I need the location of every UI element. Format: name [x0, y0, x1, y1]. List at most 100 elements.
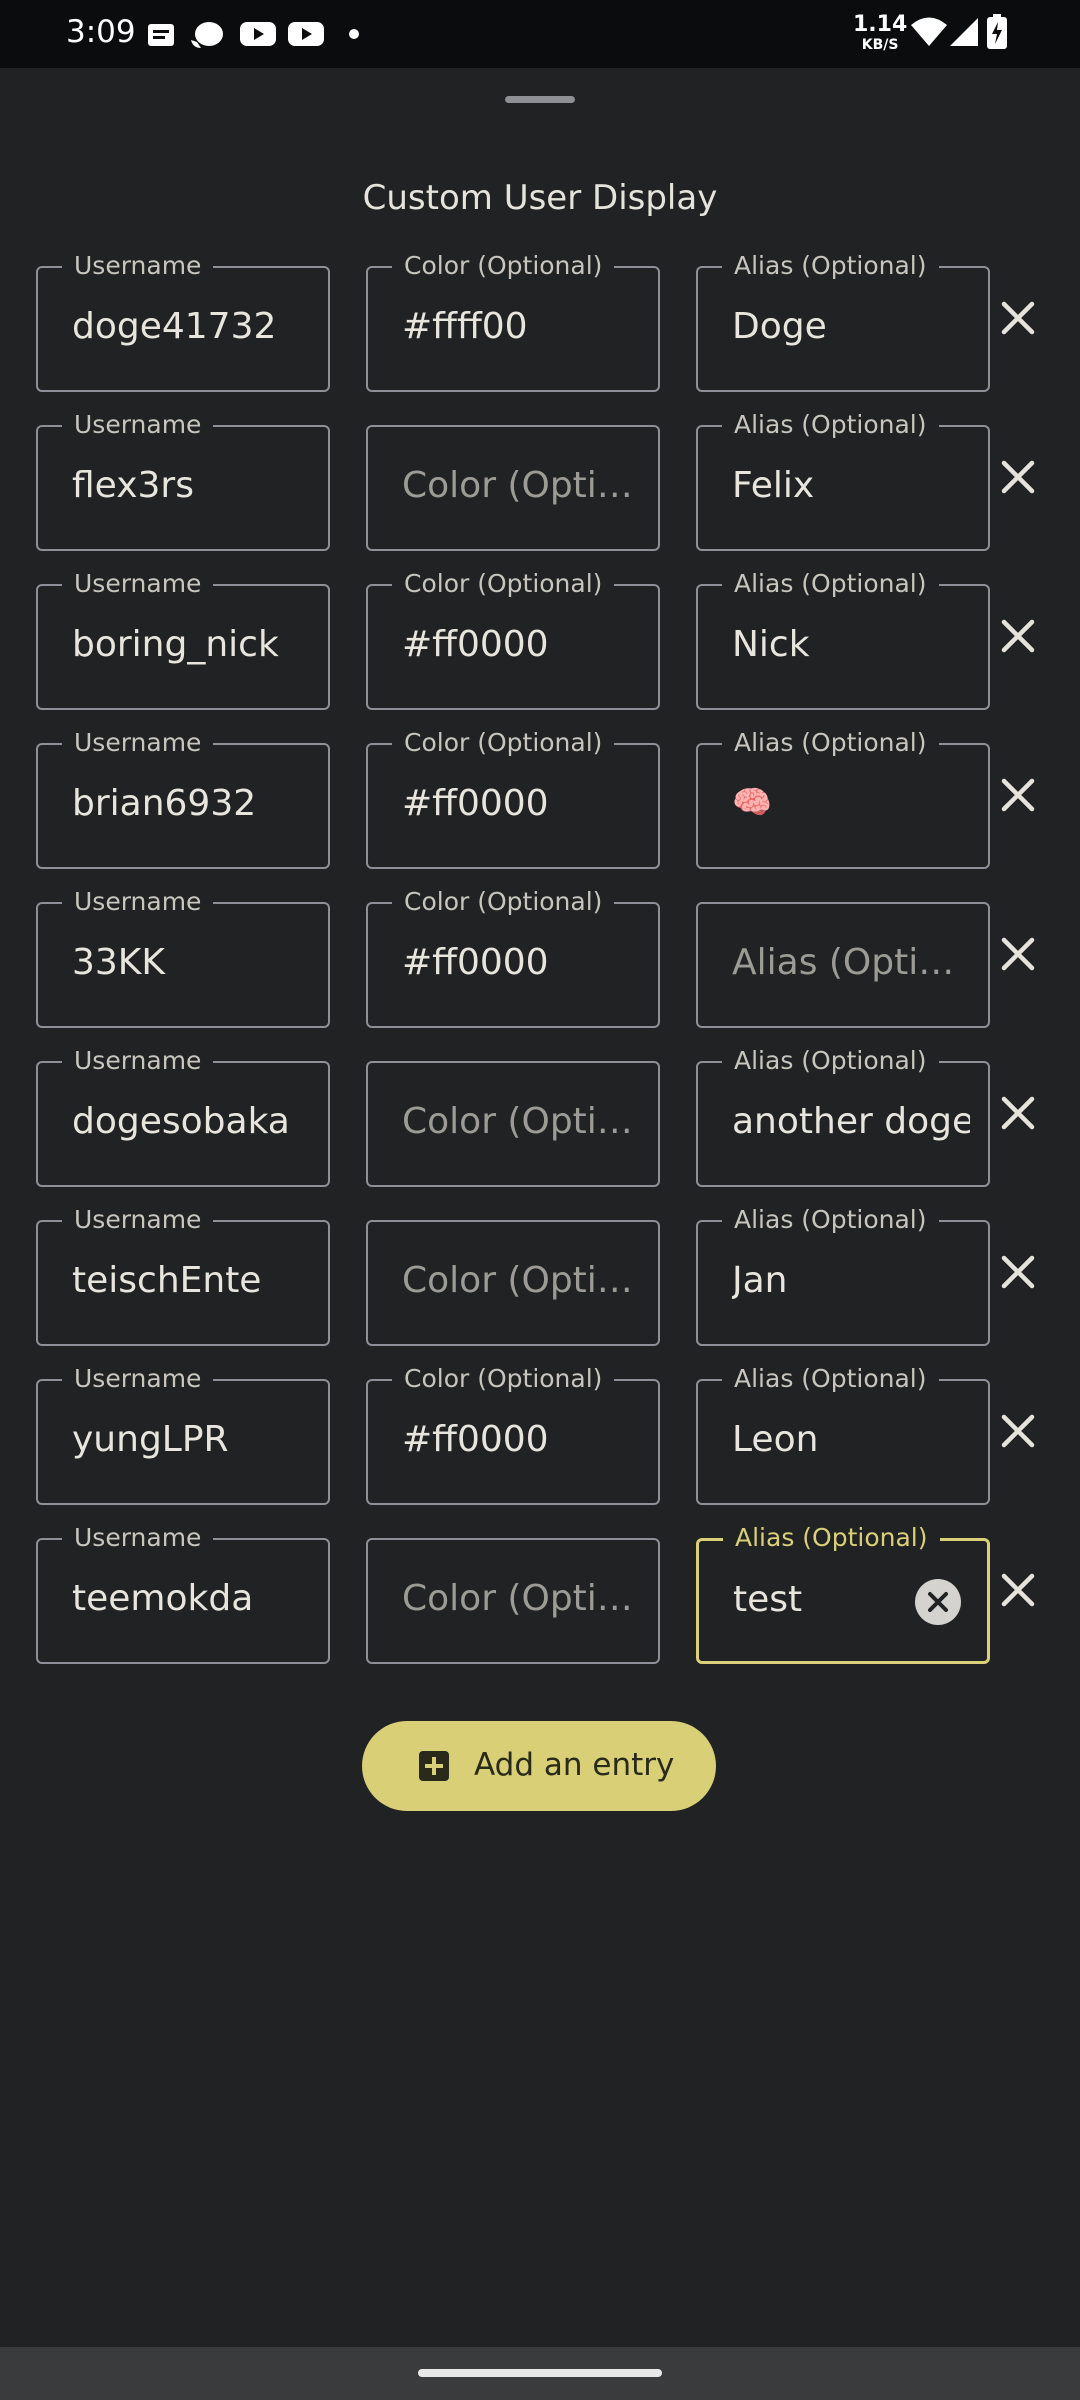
- alias-field[interactable]: Alias (Optional) Nick: [696, 569, 990, 710]
- field-label: Username: [62, 251, 214, 280]
- field-label: Color (Optional): [392, 1364, 615, 1393]
- color-field[interactable]: Color (Optional): [366, 1061, 660, 1187]
- field-label: Username: [62, 1523, 214, 1552]
- field-value: #ff0000: [402, 624, 549, 665]
- field-value: #ff0000: [402, 942, 549, 983]
- field-label: Alias (Optional): [723, 1523, 940, 1552]
- cell-signal-icon: [950, 18, 978, 46]
- field-value: Nick: [732, 624, 810, 665]
- field-value: another doge: [732, 1101, 970, 1142]
- youtube-icon: [240, 22, 276, 46]
- field-value: 🧠: [732, 783, 772, 821]
- username-field[interactable]: Username teischEnte: [36, 1205, 330, 1346]
- entry-row: Username teemokda Color (Optional) Alias (O…: [0, 1523, 1080, 1664]
- color-field[interactable]: Color (Optional) #ff0000: [366, 569, 660, 710]
- remove-entry-icon[interactable]: [996, 1568, 1040, 1612]
- field-value: boring_nick: [72, 624, 279, 665]
- alias-field[interactable]: Alias (Optional): [696, 902, 990, 1028]
- field-label: Alias (Optional): [722, 569, 939, 598]
- color-field[interactable]: Color (Optional) #ff0000: [366, 1364, 660, 1505]
- username-field[interactable]: Username brian6932: [36, 728, 330, 869]
- color-field[interactable]: Color (Optional) #ff0000: [366, 887, 660, 1028]
- field-value: brian6932: [72, 783, 257, 824]
- field-label: Alias (Optional): [722, 1046, 939, 1075]
- field-placeholder: Color (Optional): [402, 1260, 640, 1301]
- alias-field[interactable]: Alias (Optional) test: [696, 1523, 990, 1664]
- field-label: Alias (Optional): [722, 728, 939, 757]
- remove-entry-icon[interactable]: [996, 773, 1040, 817]
- entry-row: Username brian6932 Color (Optional) #ff0000…: [0, 728, 1080, 869]
- entry-row: Username dogesobaka Color (Optional) Alias …: [0, 1046, 1080, 1187]
- alias-field[interactable]: Alias (Optional) Leon: [696, 1364, 990, 1505]
- field-label: Username: [62, 410, 214, 439]
- field-placeholder: Color (Optional): [402, 1578, 640, 1619]
- remove-entry-icon[interactable]: [996, 1250, 1040, 1294]
- username-field[interactable]: Username 33KK: [36, 887, 330, 1028]
- remove-entry-icon[interactable]: [996, 296, 1040, 340]
- navigation-bar: [0, 2347, 1080, 2400]
- color-field[interactable]: Color (Optional): [366, 1220, 660, 1346]
- remove-entry-icon[interactable]: [996, 455, 1040, 499]
- sheet-drag-handle[interactable]: [505, 96, 575, 103]
- entry-row: Username yungLPR Color (Optional) #ff0000 Al…: [0, 1364, 1080, 1505]
- field-label: Color (Optional): [392, 887, 615, 916]
- field-value: Doge: [732, 306, 827, 347]
- field-label: Username: [62, 1364, 214, 1393]
- username-field[interactable]: Username yungLPR: [36, 1364, 330, 1505]
- entry-row: Username boring_nick Color (Optional) #ff00…: [0, 569, 1080, 710]
- entry-row: Username doge41732 Color (Optional) #ffff00…: [0, 251, 1080, 392]
- field-value: #ff0000: [402, 1419, 549, 1460]
- field-value: yungLPR: [72, 1419, 229, 1460]
- field-value: flex3rs: [72, 465, 194, 506]
- more-notifications-dot-icon: [349, 29, 359, 39]
- sheet-title: Custom User Display: [362, 178, 718, 218]
- alias-field[interactable]: Alias (Optional) Doge: [696, 251, 990, 392]
- remove-entry-icon[interactable]: [996, 932, 1040, 976]
- field-value: #ffff00: [402, 306, 528, 347]
- field-placeholder: Color (Optional): [402, 465, 640, 506]
- field-label: Alias (Optional): [722, 1205, 939, 1234]
- chat-bubble-icon: [191, 22, 223, 48]
- alias-field[interactable]: Alias (Optional) another doge: [696, 1046, 990, 1187]
- field-value: #ff0000: [402, 783, 549, 824]
- home-gesture-pill[interactable]: [418, 2369, 662, 2377]
- field-value: doge41732: [72, 306, 277, 347]
- entry-row: Username flex3rs Color (Optional) Alias (Op…: [0, 410, 1080, 551]
- field-label: Color (Optional): [392, 251, 615, 280]
- color-field[interactable]: Color (Optional): [366, 425, 660, 551]
- username-field[interactable]: Username flex3rs: [36, 410, 330, 551]
- color-field[interactable]: Color (Optional) #ff0000: [366, 728, 660, 869]
- username-field[interactable]: Username dogesobaka: [36, 1046, 330, 1187]
- field-value: teischEnte: [72, 1260, 262, 1301]
- remove-entry-icon[interactable]: [996, 1091, 1040, 1135]
- alias-field[interactable]: Alias (Optional) Felix: [696, 410, 990, 551]
- status-time: 3:09: [66, 14, 136, 50]
- field-label: Username: [62, 569, 214, 598]
- username-field[interactable]: Username boring_nick: [36, 569, 330, 710]
- field-label: Alias (Optional): [722, 1364, 939, 1393]
- wifi-icon: [911, 17, 947, 46]
- field-value: Leon: [732, 1419, 819, 1460]
- field-label: Color (Optional): [392, 569, 615, 598]
- field-value: teemokda: [72, 1578, 254, 1619]
- clear-text-icon[interactable]: [915, 1579, 961, 1625]
- add-box-icon: [419, 1751, 449, 1781]
- alias-field[interactable]: Alias (Optional) 🧠: [696, 728, 990, 869]
- status-bar: 3:09 1.14 KB/S: [0, 0, 1080, 68]
- field-value: Felix: [732, 465, 815, 506]
- field-label: Username: [62, 1205, 214, 1234]
- add-entry-button[interactable]: Add an entry: [362, 1721, 716, 1811]
- remove-entry-icon[interactable]: [996, 614, 1040, 658]
- add-entry-label: Add an entry: [474, 1747, 675, 1783]
- username-field[interactable]: Username doge41732: [36, 251, 330, 392]
- field-placeholder: Alias (Optional): [732, 942, 970, 983]
- remove-entry-icon[interactable]: [996, 1409, 1040, 1453]
- alias-field[interactable]: Alias (Optional) Jan: [696, 1205, 990, 1346]
- color-field[interactable]: Color (Optional) #ffff00: [366, 251, 660, 392]
- entry-row: Username teischEnte Color (Optional) Alias …: [0, 1205, 1080, 1346]
- username-field[interactable]: Username teemokda: [36, 1523, 330, 1664]
- field-value: dogesobaka: [72, 1101, 290, 1142]
- color-field[interactable]: Color (Optional): [366, 1538, 660, 1664]
- field-value: Jan: [732, 1260, 788, 1301]
- field-value: test: [733, 1579, 803, 1620]
